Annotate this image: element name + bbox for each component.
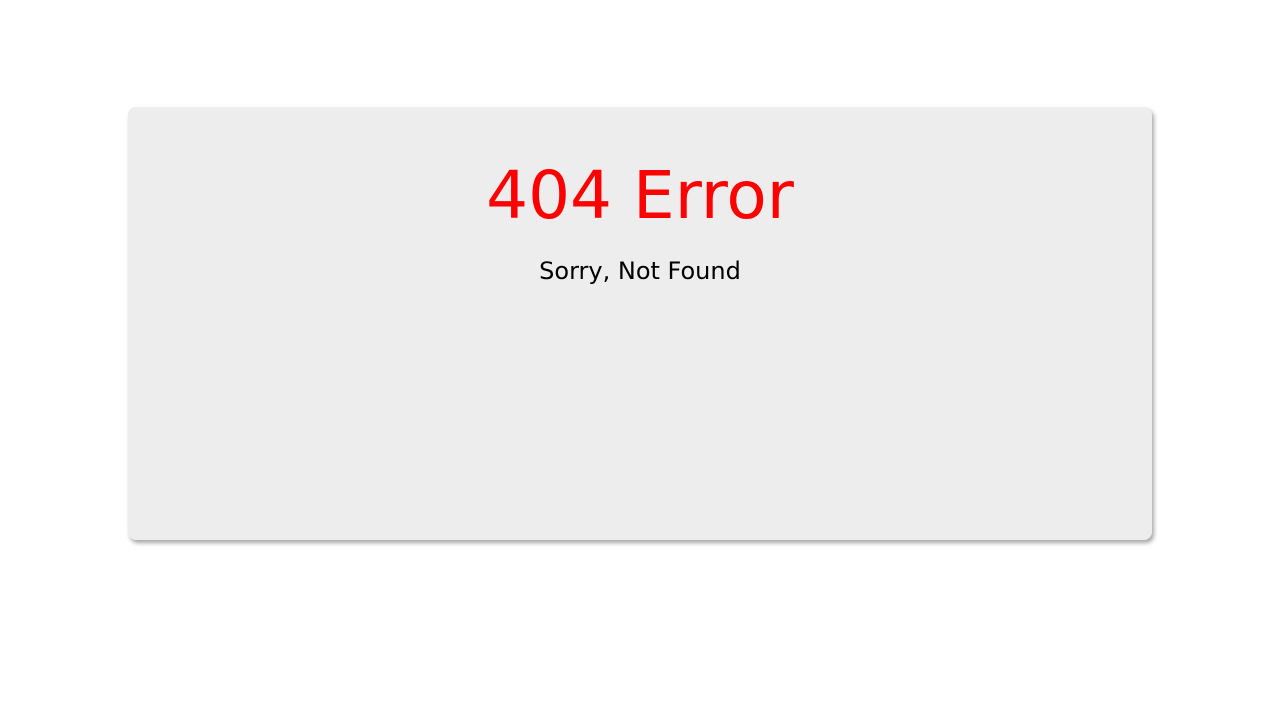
error-card: 404 Error Sorry, Not Found [128, 107, 1152, 540]
error-message: Sorry, Not Found [539, 257, 741, 285]
error-title: 404 Error [486, 157, 794, 234]
